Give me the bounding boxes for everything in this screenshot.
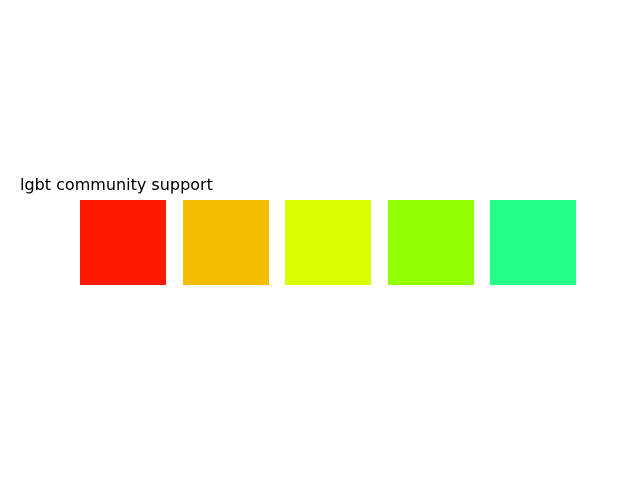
color-swatch	[285, 200, 371, 285]
figure-title: lgbt community support	[20, 175, 213, 194]
color-swatch	[490, 200, 576, 285]
color-swatch	[388, 200, 474, 285]
color-swatch	[80, 200, 166, 285]
color-swatch-row	[80, 200, 576, 285]
color-swatch	[183, 200, 269, 285]
